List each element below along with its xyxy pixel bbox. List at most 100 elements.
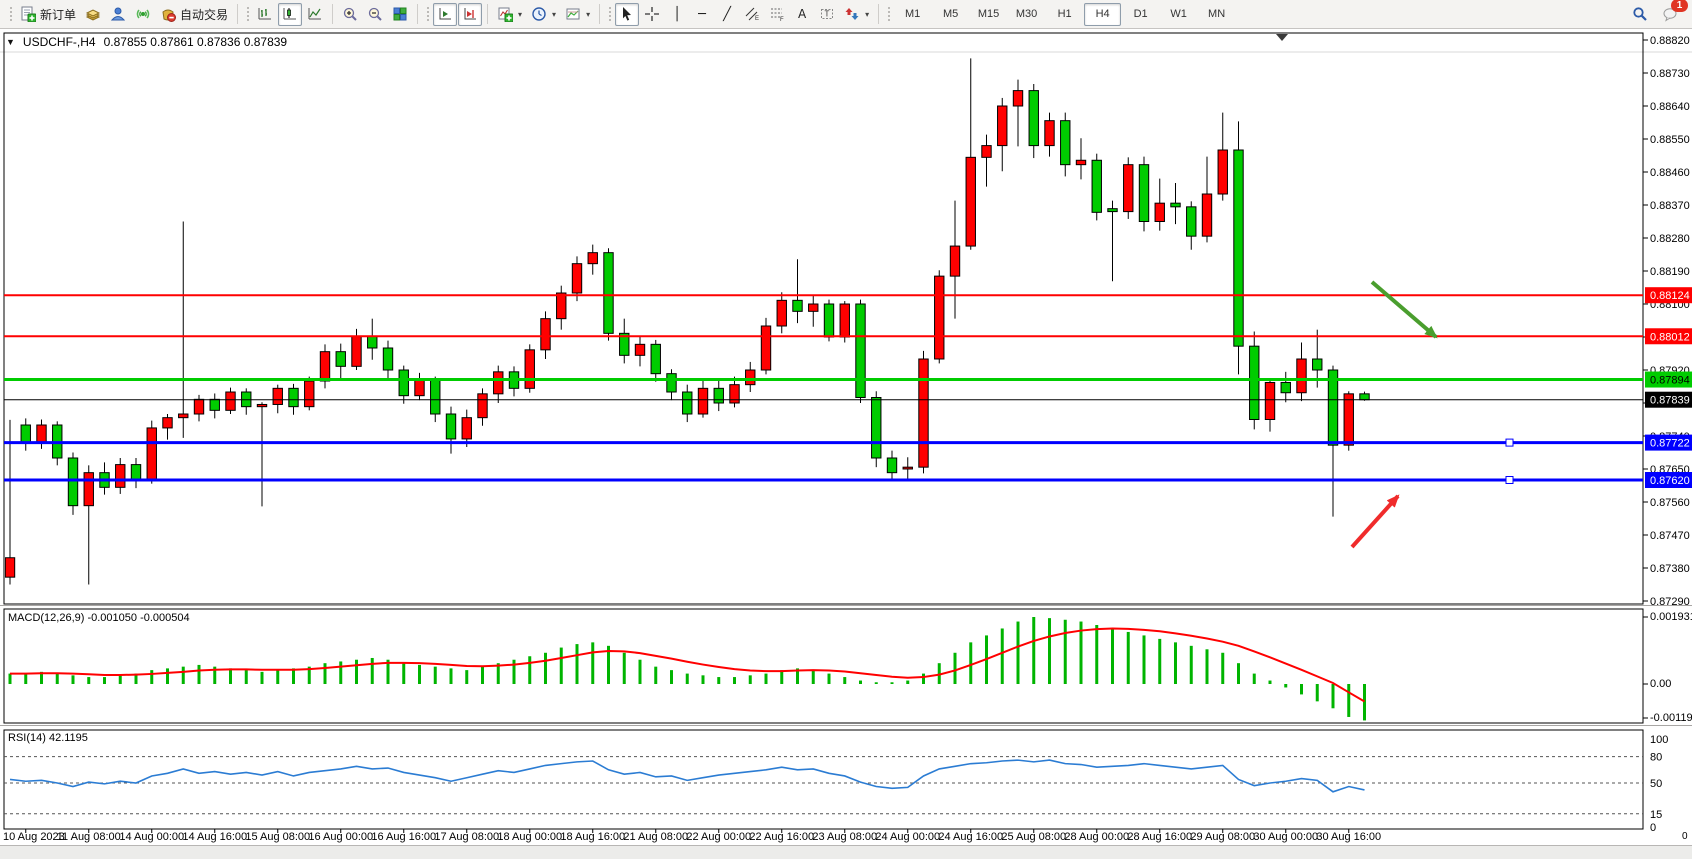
candle-body bbox=[1328, 370, 1337, 445]
line-chart-button[interactable] bbox=[303, 3, 327, 26]
cursor-icon bbox=[619, 6, 635, 22]
new-order-button[interactable]: 新订单 bbox=[16, 3, 80, 26]
price-axis: 0.888200.887300.886400.885500.884600.883… bbox=[1643, 35, 1690, 608]
arrows-shapes-button[interactable]: ▾ bbox=[840, 3, 873, 26]
macd-axis-label: -0.001192 bbox=[1650, 712, 1692, 724]
candle-body bbox=[903, 467, 912, 469]
candle-body bbox=[1202, 194, 1211, 236]
chart-shift-button[interactable] bbox=[458, 3, 482, 26]
candle-body bbox=[730, 385, 739, 403]
timeframe-M30[interactable]: M30 bbox=[1008, 3, 1045, 26]
time-tick-label: 21 Aug 08:00 bbox=[623, 831, 688, 843]
candle-body bbox=[289, 388, 298, 406]
candle-body bbox=[399, 370, 408, 396]
timeframe-W1[interactable]: W1 bbox=[1160, 3, 1197, 26]
dropdown-caret: ▾ bbox=[865, 10, 869, 19]
svg-text:E: E bbox=[755, 16, 759, 22]
tile-windows-icon bbox=[392, 6, 408, 22]
templates-button[interactable]: ▾ bbox=[561, 3, 594, 26]
toolbar-drag-handle[interactable] bbox=[886, 5, 891, 23]
candle-body bbox=[1344, 394, 1353, 445]
timeframe-MN[interactable]: MN bbox=[1198, 3, 1235, 26]
crosshair-icon bbox=[644, 6, 660, 22]
status-bar bbox=[0, 845, 1692, 859]
zoom-out-button[interactable] bbox=[363, 3, 387, 26]
candle-body bbox=[163, 418, 172, 428]
cursor-button[interactable] bbox=[615, 3, 639, 26]
candle-body bbox=[368, 336, 377, 348]
templates-icon bbox=[565, 6, 581, 22]
toolbar-drag-handle[interactable] bbox=[245, 5, 250, 23]
rsi-line bbox=[10, 760, 1365, 792]
timeframe-H4[interactable]: H4 bbox=[1084, 3, 1121, 26]
candle-body bbox=[1045, 121, 1054, 146]
candle-body bbox=[982, 146, 991, 158]
timeframe-D1[interactable]: D1 bbox=[1122, 3, 1159, 26]
trendline-button[interactable]: ╱ bbox=[715, 3, 739, 26]
candle-body bbox=[257, 404, 266, 406]
candle-body bbox=[336, 352, 345, 367]
text-label-button[interactable]: T bbox=[815, 3, 839, 26]
chart-area[interactable]: 0.888200.887300.886400.885500.884600.883… bbox=[0, 29, 1692, 845]
macd-panel-border bbox=[4, 609, 1643, 723]
candle-body bbox=[966, 157, 975, 246]
fibonacci-button[interactable]: F bbox=[765, 3, 789, 26]
one-click-trading-arrow[interactable]: ▼ bbox=[6, 37, 15, 47]
candle-body bbox=[651, 344, 660, 373]
chart-symbol: USDCHF-,H4 bbox=[23, 35, 96, 49]
candle-body bbox=[872, 398, 881, 459]
auto-scroll-button[interactable] bbox=[433, 3, 457, 26]
text-button[interactable]: A bbox=[790, 3, 814, 26]
signals-button[interactable] bbox=[131, 3, 155, 26]
candle-body bbox=[1155, 203, 1164, 221]
arrows-shapes-icon bbox=[844, 6, 860, 22]
time-tick-label: 16 Aug 00:00 bbox=[308, 831, 373, 843]
candle-body bbox=[305, 381, 314, 407]
community-button[interactable] bbox=[106, 3, 130, 26]
candlestick-chart-button[interactable] bbox=[278, 3, 302, 26]
crosshair-button[interactable] bbox=[640, 3, 664, 26]
autotrading-button[interactable]: 自动交易 bbox=[156, 3, 232, 26]
zoom-in-button[interactable] bbox=[338, 3, 362, 26]
toolbar-drag-handle[interactable] bbox=[425, 5, 430, 23]
time-tick-label: 16 Aug 16:00 bbox=[371, 831, 436, 843]
candle-body bbox=[824, 304, 833, 337]
notifications-button[interactable]: 1 bbox=[1658, 3, 1682, 26]
text-icon: A bbox=[798, 8, 806, 20]
time-tick-label: 28 Aug 16:00 bbox=[1127, 831, 1192, 843]
price-tick-label: 0.88280 bbox=[1650, 233, 1690, 245]
toolbar-drag-handle[interactable] bbox=[8, 5, 13, 23]
search-button[interactable] bbox=[1628, 3, 1652, 26]
timeframe-M5[interactable]: M5 bbox=[932, 3, 969, 26]
tile-windows-button[interactable] bbox=[388, 3, 412, 26]
candle-body bbox=[1360, 394, 1369, 400]
candle-body bbox=[635, 344, 644, 355]
candle-body bbox=[273, 388, 282, 404]
time-tick-label: 18 Aug 16:00 bbox=[560, 831, 625, 843]
candle-body bbox=[194, 399, 203, 414]
macd-label: MACD(12,26,9) -0.001050 -0.000504 bbox=[8, 612, 190, 624]
candle-body bbox=[5, 558, 14, 577]
timeframe-M1[interactable]: M1 bbox=[894, 3, 931, 26]
horizontal-line-button[interactable]: ─ bbox=[690, 3, 714, 26]
candle-body bbox=[1061, 121, 1070, 165]
vertical-line-button[interactable]: │ bbox=[665, 3, 689, 26]
hline-price-label: 0.87839 bbox=[1650, 395, 1690, 407]
periods-button[interactable]: ▾ bbox=[527, 3, 560, 26]
channel-button[interactable]: E bbox=[740, 3, 764, 26]
candle-body bbox=[919, 359, 928, 467]
time-tick-label: 25 Aug 08:00 bbox=[1001, 831, 1066, 843]
toolbar: 新订单 自动交易 bbox=[0, 0, 1692, 29]
indicators-icon bbox=[497, 6, 513, 22]
indicators-button[interactable]: ▾ bbox=[493, 3, 526, 26]
new-order-label: 新订单 bbox=[40, 6, 76, 23]
price-chart-canvas[interactable]: 0.888200.887300.886400.885500.884600.883… bbox=[0, 29, 1692, 845]
toolbar-drag-handle[interactable] bbox=[607, 5, 612, 23]
rsi-axis-label: 100 bbox=[1650, 734, 1668, 746]
bar-chart-button[interactable] bbox=[253, 3, 277, 26]
candle-body bbox=[446, 414, 455, 439]
market-watch-button[interactable] bbox=[81, 3, 105, 26]
timeframe-H1[interactable]: H1 bbox=[1046, 3, 1083, 26]
line-handle bbox=[1506, 477, 1513, 484]
timeframe-M15[interactable]: M15 bbox=[970, 3, 1007, 26]
